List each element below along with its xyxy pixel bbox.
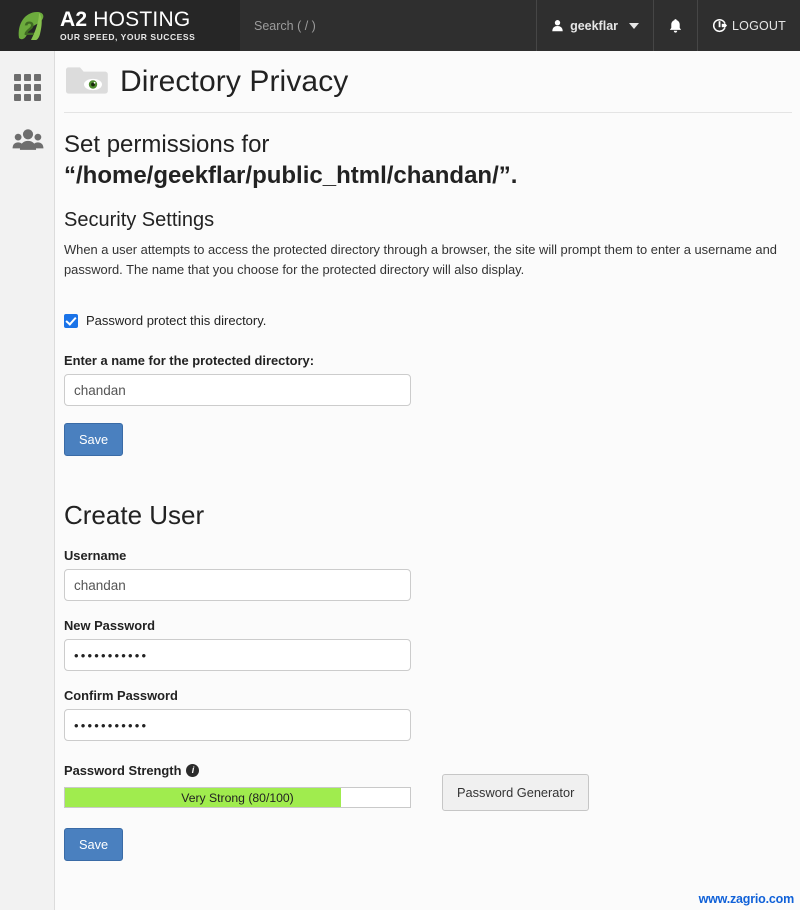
brand-tagline: OUR SPEED, YOUR SUCCESS: [60, 32, 196, 43]
notifications-button[interactable]: [653, 0, 697, 51]
directory-name-input[interactable]: chandan: [64, 374, 411, 407]
security-settings-description: When a user attempts to access the prote…: [64, 242, 777, 278]
password-strength-label-row: Password Strength i: [64, 763, 800, 778]
password-strength-label: Password Strength: [64, 763, 182, 779]
directory-name-label: Enter a name for the protected directory…: [64, 353, 314, 369]
permissions-path: “/home/geekflar/public_html/chandan/”.: [64, 161, 518, 189]
password-strength-text: Very Strong (80/100): [181, 790, 294, 805]
sidebar-item-apps-grid[interactable]: [0, 61, 55, 113]
brand-name: A2 HOSTING: [60, 8, 191, 32]
new-password-input[interactable]: •••••••••••: [64, 639, 411, 672]
grid-icon: [14, 73, 41, 101]
create-user-heading: Create User: [64, 500, 205, 531]
svg-text:2: 2: [24, 19, 35, 40]
sidebar-item-user-manager[interactable]: [0, 113, 55, 165]
top-bar: 2 A2 HOSTING OUR SPEED, YOUR SUCCESS Sea…: [0, 0, 800, 51]
logout-label: LOGOUT: [732, 18, 786, 33]
password-strength-meter: Very Strong (80/100): [64, 787, 411, 809]
users-group-icon: [12, 129, 43, 150]
page-title: Directory Privacy: [120, 65, 349, 98]
sidebar: [0, 51, 55, 910]
watermark: www.zagrio.com: [698, 892, 795, 906]
user-name: geekflar: [570, 18, 619, 33]
header-divider: [64, 112, 792, 113]
bell-icon: [669, 18, 682, 33]
username-input[interactable]: chandan: [64, 569, 411, 602]
password-protect-label: Password protect this directory.: [86, 313, 267, 329]
password-strength-row: Very Strong (80/100) Password Generator: [64, 774, 800, 812]
username-label: Username: [64, 548, 127, 564]
chevron-down-icon[interactable]: [629, 22, 640, 29]
password-protect-checkbox-row[interactable]: Password protect this directory.: [64, 313, 800, 328]
page-header: Directory Privacy: [64, 64, 800, 100]
confirm-password-input[interactable]: •••••••••••: [64, 709, 411, 742]
user-icon: [552, 20, 563, 32]
folder-eye-icon: [64, 64, 110, 100]
user-menu[interactable]: geekflar: [536, 0, 653, 51]
password-protect-checkbox[interactable]: [64, 313, 78, 328]
brand-logo[interactable]: 2 A2 HOSTING OUR SPEED, YOUR SUCCESS: [0, 0, 240, 51]
security-settings-heading: Security Settings: [64, 209, 215, 232]
main-content: Directory Privacy Set permissions for “/…: [56, 51, 800, 910]
a2-leaf-logo-icon: 2: [8, 3, 54, 49]
logout-icon: [712, 18, 728, 33]
password-generator-button[interactable]: Password Generator: [442, 774, 590, 812]
confirm-password-label: Confirm Password: [64, 688, 178, 704]
permissions-prefix: Set permissions for: [64, 131, 270, 158]
info-icon[interactable]: i: [186, 764, 200, 778]
save-user-button[interactable]: Save: [64, 828, 124, 862]
search-input[interactable]: Search ( / ): [240, 0, 386, 51]
new-password-label: New Password: [64, 618, 155, 634]
permissions-heading: Set permissions for “/home/geekflar/publ…: [64, 130, 800, 191]
logout-button[interactable]: LOGOUT: [697, 0, 800, 51]
save-directory-button[interactable]: Save: [64, 423, 124, 457]
